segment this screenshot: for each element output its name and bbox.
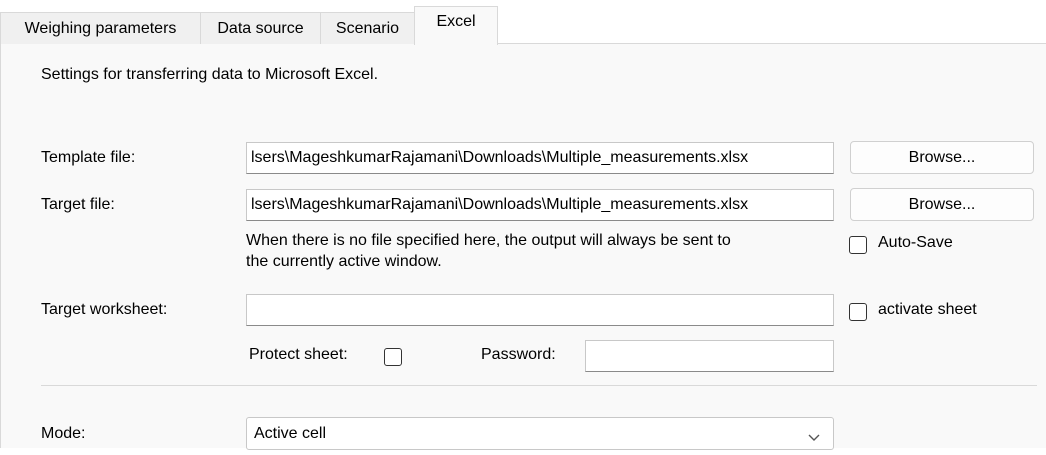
mode-dropdown[interactable]: Active cell xyxy=(246,417,834,450)
tab-label: Data source xyxy=(217,19,304,37)
tab-weighing-parameters[interactable]: Weighing parameters xyxy=(0,12,201,44)
target-file-value: lsers\MageshkumarRajamani\Downloads\Mult… xyxy=(251,196,749,213)
auto-save-checkbox[interactable] xyxy=(849,236,867,254)
tab-scenario[interactable]: Scenario xyxy=(320,12,415,44)
target-file-hint-line1: When there is no file specified here, th… xyxy=(246,232,731,249)
target-file-label: Target file: xyxy=(41,196,115,213)
tab-excel[interactable]: Excel xyxy=(414,6,498,45)
target-worksheet-label: Target worksheet: xyxy=(41,301,168,318)
section-separator xyxy=(41,385,1037,386)
target-file-input[interactable]: lsers\MageshkumarRajamani\Downloads\Mult… xyxy=(246,189,834,221)
tab-data-source[interactable]: Data source xyxy=(200,12,321,44)
target-file-hint-line2: the currently active window. xyxy=(246,253,442,270)
template-file-input[interactable]: lsers\MageshkumarRajamani\Downloads\Mult… xyxy=(246,142,834,174)
chevron-down-icon xyxy=(807,424,821,455)
activate-sheet-checkbox[interactable] xyxy=(849,303,867,321)
mode-selected-value: Active cell xyxy=(254,425,327,442)
target-worksheet-input[interactable] xyxy=(246,294,834,326)
excel-settings-panel: Settings for transferring data to Micros… xyxy=(0,44,1046,450)
mode-label: Mode: xyxy=(41,425,86,442)
protect-sheet-label: Protect sheet: xyxy=(249,346,348,363)
tab-label: Weighing parameters xyxy=(24,19,177,37)
target-browse-button[interactable]: Browse... xyxy=(850,188,1034,221)
template-browse-button[interactable]: Browse... xyxy=(850,141,1034,174)
template-file-value: lsers\MageshkumarRajamani\Downloads\Mult… xyxy=(251,149,749,166)
tab-bar: Weighing parameters Data source Scenario… xyxy=(0,0,1046,45)
password-input[interactable] xyxy=(585,340,834,372)
template-file-label: Template file: xyxy=(41,149,136,166)
protect-sheet-checkbox[interactable] xyxy=(384,348,402,366)
tab-label: Excel xyxy=(436,13,476,30)
password-label: Password: xyxy=(481,346,556,363)
description-text: Settings for transferring data to Micros… xyxy=(41,66,379,83)
auto-save-label: Auto-Save xyxy=(878,234,953,251)
activate-sheet-label: activate sheet xyxy=(878,301,977,318)
tab-label: Scenario xyxy=(335,19,400,37)
